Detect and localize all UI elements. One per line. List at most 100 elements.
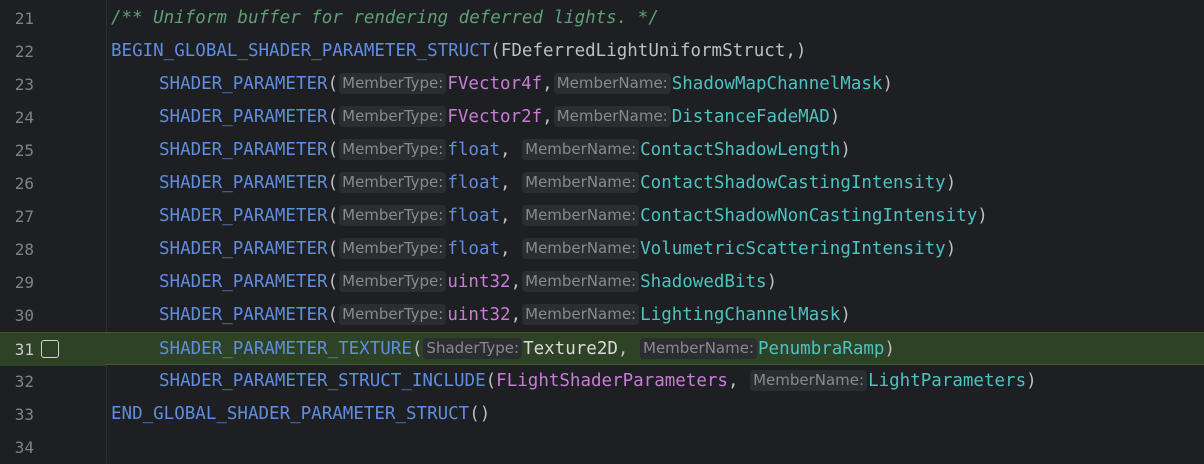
parameter-name: ShadowedBits xyxy=(640,272,767,292)
parameter-name: LightParameters xyxy=(868,371,1027,391)
code-text[interactable]: END_GLOBAL_SHADER_PARAMETER_STRUCT() xyxy=(111,398,490,431)
parameter-hint: MemberType: xyxy=(339,106,447,127)
line-number: 33 xyxy=(14,405,34,424)
open-paren: ( xyxy=(485,371,497,391)
gutter-cell[interactable]: 34 xyxy=(0,431,106,464)
line-number: 24 xyxy=(14,108,34,127)
parameter-hint: MemberType: xyxy=(339,271,447,292)
comma: , xyxy=(510,305,522,325)
macro-name: SHADER_PARAMETER xyxy=(159,239,328,259)
gutter-cell[interactable]: 28 xyxy=(0,233,106,266)
open-paren: ( xyxy=(327,74,339,94)
code-line[interactable]: 30 SHADER_PARAMETER(MemberType: uint32, Mem… xyxy=(0,299,1204,332)
comma: , xyxy=(500,140,511,160)
parameter-name: DistanceFadeMAD xyxy=(671,107,830,127)
close-paren: ) xyxy=(882,74,893,94)
code-line[interactable]: 29 SHADER_PARAMETER(MemberType: uint32, Mem… xyxy=(0,266,1204,299)
close-paren: ) xyxy=(1026,371,1037,391)
code-text[interactable]: SHADER_PARAMETER(MemberType: float, Membe… xyxy=(111,200,988,233)
line-number: 34 xyxy=(14,438,34,457)
gutter-cell[interactable]: 30 xyxy=(0,299,106,332)
code-text[interactable]: SHADER_PARAMETER(MemberType: FVector2f, Me… xyxy=(111,101,840,134)
open-paren: ( xyxy=(327,140,339,160)
comma: , xyxy=(542,74,553,94)
code-line[interactable]: 32 SHADER_PARAMETER_STRUCT_INCLUDE(FLight… xyxy=(0,365,1204,398)
parameter-hint: MemberType: xyxy=(339,172,447,193)
gutter-cell[interactable]: 33 xyxy=(0,398,106,431)
parameter-type: FLightShaderParameters xyxy=(496,371,728,391)
code-line[interactable]: 24 SHADER_PARAMETER(MemberType: FVector2f,… xyxy=(0,101,1204,134)
code-text[interactable]: SHADER_PARAMETER(MemberType: float, Membe… xyxy=(111,167,956,200)
gutter-cell[interactable]: 23 xyxy=(0,68,106,101)
gutter-cell[interactable]: 24 xyxy=(0,101,106,134)
gutter-cell[interactable]: 25 xyxy=(0,134,106,167)
gutter-cell[interactable]: 26 xyxy=(0,167,106,200)
parameter-type: float xyxy=(447,206,501,226)
parameter-hint: MemberName: xyxy=(522,271,640,292)
code-line[interactable]: 27 SHADER_PARAMETER(MemberType: float, Mem… xyxy=(0,200,1204,233)
code-line[interactable]: 23 SHADER_PARAMETER(MemberType: FVector4f,… xyxy=(0,68,1204,101)
close-paren: ) xyxy=(840,140,851,160)
comma: , xyxy=(542,107,553,127)
open-paren: ( xyxy=(490,41,501,61)
parameter-type: float xyxy=(447,239,501,259)
gutter-cell[interactable]: 21 xyxy=(0,2,106,35)
gutter-cell[interactable]: 32 xyxy=(0,365,106,398)
open-paren: ( xyxy=(327,107,339,127)
code-line[interactable]: 33 END_GLOBAL_SHADER_PARAMETER_STRUCT() xyxy=(0,398,1204,431)
code-line[interactable]: 26 SHADER_PARAMETER(MemberType: float, Mem… xyxy=(0,167,1204,200)
open-paren: ( xyxy=(327,173,339,193)
code-text[interactable]: BEGIN_GLOBAL_SHADER_PARAMETER_STRUCT(FDe… xyxy=(111,35,806,68)
gutter-cell[interactable]: 31 xyxy=(0,333,106,366)
open-paren: ( xyxy=(411,339,423,359)
code-text[interactable]: SHADER_PARAMETER(MemberType: uint32, Membe… xyxy=(111,299,851,332)
parameter-hint: MemberName: xyxy=(522,304,640,325)
close-paren: ) xyxy=(766,272,778,292)
comma: , xyxy=(510,272,522,292)
comma: , xyxy=(500,239,511,259)
code-text[interactable]: SHADER_PARAMETER(MemberType: float, Membe… xyxy=(111,134,851,167)
code-line[interactable]: 28 SHADER_PARAMETER(MemberType: float, Mem… xyxy=(0,233,1204,266)
code-line[interactable]: 21 /** Uniform buffer for rendering defer… xyxy=(0,2,1204,35)
code-line[interactable]: 25 SHADER_PARAMETER(MemberType: float, Mem… xyxy=(0,134,1204,167)
parameter-hint: MemberName: xyxy=(522,238,640,259)
parameter-type: Texture2D xyxy=(523,339,618,359)
code-editor[interactable]: 21 /** Uniform buffer for rendering defer… xyxy=(0,0,1204,463)
comma: , xyxy=(727,371,739,391)
code-text[interactable]: SHADER_PARAMETER_STRUCT_INCLUDE(FLightSh… xyxy=(111,365,1037,398)
code-text[interactable]: /** Uniform buffer for rendering deferre… xyxy=(111,2,659,35)
gutter-cell[interactable]: 22 xyxy=(0,35,106,68)
parameter-hint: MemberName: xyxy=(553,73,671,94)
code-line[interactable]: 34 xyxy=(0,431,1204,464)
current-code-line[interactable]: 31 SHADER_PARAMETER_TEXTURE(ShaderType: Te… xyxy=(0,332,1204,366)
close-paren: ) xyxy=(840,305,851,325)
line-number: 25 xyxy=(14,141,34,160)
line-number: 27 xyxy=(14,207,34,226)
code-line[interactable]: 22 BEGIN_GLOBAL_SHADER_PARAMETER_STRUCT(F… xyxy=(0,35,1204,68)
parameter-name: ContactShadowCastingIntensity xyxy=(640,173,946,193)
parameter-hint: MemberName: xyxy=(522,205,640,226)
bookmark-checkbox-icon[interactable] xyxy=(41,340,59,358)
code-text[interactable]: SHADER_PARAMETER(MemberType: uint32, Membe… xyxy=(111,266,777,299)
comma: , xyxy=(617,339,629,359)
close-paren: ) xyxy=(945,173,957,193)
code-text[interactable]: SHADER_PARAMETER(MemberType: FVector4f, Me… xyxy=(111,68,893,101)
parameter-name: ShadowMapChannelMask xyxy=(671,74,883,94)
line-number: 29 xyxy=(14,273,34,292)
close-paren: ) xyxy=(829,107,841,127)
macro-name: SHADER_PARAMETER xyxy=(159,305,328,325)
line-number: 26 xyxy=(14,174,34,193)
code-text[interactable]: SHADER_PARAMETER(MemberType: float, Membe… xyxy=(111,233,956,266)
comma: , xyxy=(500,173,511,193)
gutter-cell[interactable]: 29 xyxy=(0,266,106,299)
parameter-type: FVector4f xyxy=(447,74,543,94)
gutter-cell[interactable]: 27 xyxy=(0,200,106,233)
macro-name: SHADER_PARAMETER xyxy=(159,107,328,127)
code-text[interactable]: SHADER_PARAMETER_TEXTURE(ShaderType: Text… xyxy=(111,333,895,366)
macro-name: SHADER_PARAMETER xyxy=(159,140,328,160)
doc-comment: /** Uniform buffer for rendering deferre… xyxy=(111,8,659,28)
